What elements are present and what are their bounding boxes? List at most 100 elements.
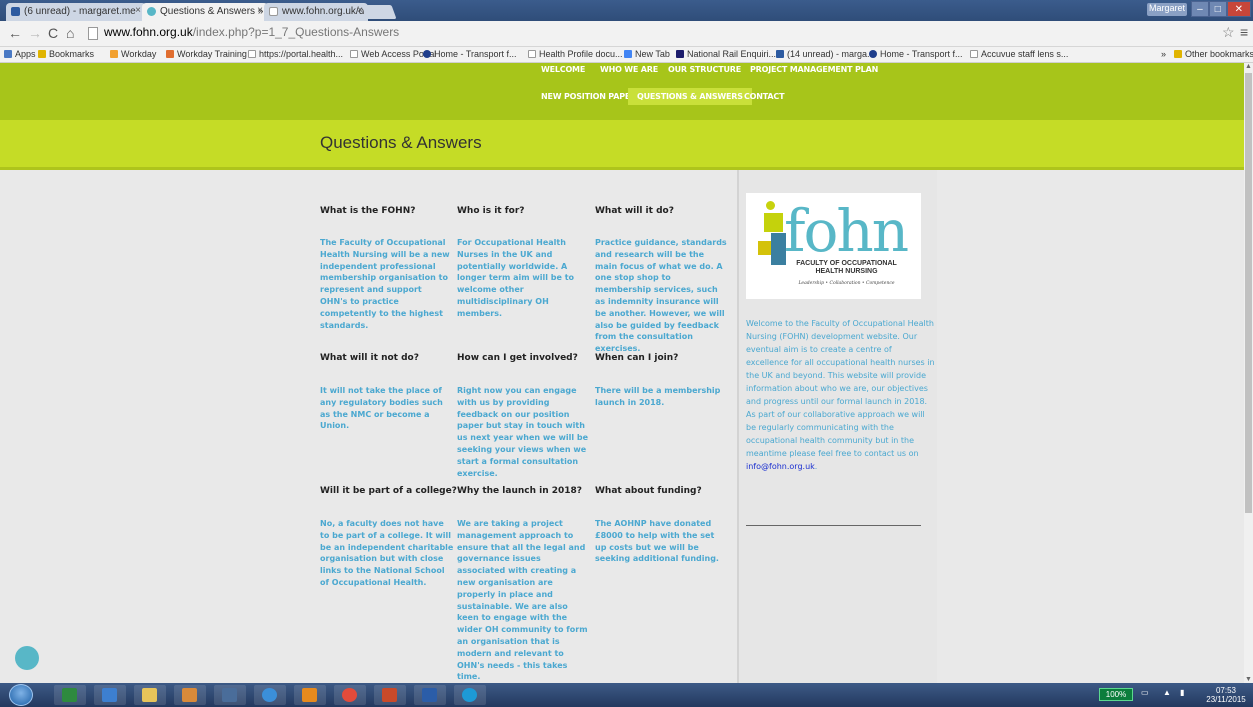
internet-explorer-icon	[262, 688, 277, 702]
bookmark-portal[interactable]: https://portal.health...	[248, 49, 343, 59]
bookmark-workday[interactable]: Workday	[110, 49, 156, 59]
reload-icon[interactable]: C	[48, 25, 58, 41]
close-tab-icon[interactable]: ×	[257, 5, 263, 16]
bookmark-workday-training[interactable]: Workday Training	[166, 49, 247, 59]
tray-network-icon[interactable]: ▮	[1180, 688, 1184, 697]
bookmark-national-rail[interactable]: National Rail Enquiri...	[676, 49, 776, 59]
home-icon[interactable]: ⌂	[66, 25, 74, 41]
taskbar-app-skype[interactable]	[454, 685, 486, 705]
nav-project-management-plan[interactable]: PROJECT MANAGEMENT PLAN	[750, 65, 878, 74]
back-icon[interactable]: ←	[8, 25, 22, 41]
decorative-paint-icon	[15, 646, 39, 670]
bookmark-health-profile[interactable]: Health Profile docu...	[528, 49, 623, 59]
scroll-up-icon[interactable]: ▲	[1244, 63, 1253, 70]
profile-button[interactable]: Margaret	[1147, 3, 1187, 16]
qa-answer: There will be a membership launch in 201…	[595, 386, 721, 407]
taskbar-app-word[interactable]	[414, 685, 446, 705]
bookmark-bookmarks[interactable]: Bookmarks	[38, 49, 94, 59]
bt-icon	[676, 50, 684, 58]
tab-questions-answers[interactable]: Questions & Answers » Th ×	[142, 3, 268, 21]
tray-battery-icon[interactable]: ▭	[1141, 688, 1149, 697]
taskbar: 100% ▭ ▲ ▮ 07:53 23/11/2015	[0, 683, 1253, 707]
apps-icon	[4, 50, 12, 58]
chart-icon	[166, 50, 174, 58]
qa-question: How can I get involved?	[457, 353, 578, 363]
media-icon	[182, 688, 197, 702]
nav-our-structure[interactable]: OUR STRUCTURE	[668, 65, 741, 74]
taskbar-app-outlook[interactable]	[294, 685, 326, 705]
taskbar-app-ie[interactable]	[254, 685, 286, 705]
skype-icon	[462, 688, 477, 702]
folder-icon	[1174, 50, 1182, 58]
close-window-icon[interactable]: ✕	[1226, 1, 1251, 17]
logo-mark	[766, 201, 775, 210]
site-navigation: WELCOME WHO WE ARE OUR STRUCTURE PROJECT…	[0, 63, 1244, 120]
mail-icon	[776, 50, 784, 58]
nav-welcome[interactable]: WELCOME	[541, 65, 585, 74]
page-scrollbar[interactable]: ▲ ▼	[1244, 63, 1253, 683]
qa-answer: Practice guidance, standards and researc…	[595, 238, 727, 354]
tab-gmail[interactable]: (6 unread) - margaret.me ×	[6, 3, 146, 21]
nav-contact[interactable]: CONTACT	[744, 92, 785, 101]
qa-question: Why the launch in 2018?	[457, 486, 583, 496]
page-viewport: WELCOME WHO WE ARE OUR STRUCTURE PROJECT…	[0, 63, 1244, 683]
mail-icon	[11, 7, 20, 16]
bookmark-transport-2[interactable]: Home - Transport f...	[869, 49, 963, 59]
tab-fohn-file[interactable]: www.fohn.org.uk/data/file ×	[264, 3, 368, 21]
google-icon	[624, 50, 632, 58]
word-icon	[422, 688, 437, 702]
workday-icon	[110, 50, 118, 58]
powerpoint-icon	[382, 688, 397, 702]
scrollbar-thumb[interactable]	[1245, 73, 1252, 513]
bookmark-accuvue[interactable]: Accuvue staff lens s...	[970, 49, 1068, 59]
nav-who-we-are[interactable]: WHO WE ARE	[600, 65, 658, 74]
welcome-text: Welcome to the Faculty of Occupational H…	[746, 319, 935, 471]
taskbar-app-excel[interactable]	[54, 685, 86, 705]
qa-question: What is the FOHN?	[320, 206, 416, 216]
taskbar-app-powerpoint[interactable]	[374, 685, 406, 705]
taskbar-app-remote[interactable]	[94, 685, 126, 705]
chrome-icon	[342, 688, 357, 702]
browser-tab-strip: (6 unread) - margaret.me × Questions & A…	[0, 0, 1253, 21]
page-title: Questions & Answers	[320, 133, 482, 152]
tray-expand-icon[interactable]: ▲	[1163, 688, 1171, 697]
close-tab-icon[interactable]: ×	[135, 5, 141, 16]
taskbar-app-network[interactable]	[214, 685, 246, 705]
zoom-indicator[interactable]: 100%	[1099, 688, 1133, 701]
nav-questions-answers[interactable]: QUESTIONS & ANSWERS	[628, 88, 752, 105]
bookmark-apps[interactable]: Apps	[4, 49, 36, 59]
address-bar[interactable]: www.fohn.org.uk/index.php?p=1_7_Question…	[86, 25, 1216, 43]
qa-answer: Right now you can engage with us by prov…	[457, 386, 589, 478]
new-tab-button[interactable]	[361, 5, 397, 19]
qa-answer: For Occupational Health Nurses in the UK…	[457, 238, 575, 318]
page-icon	[350, 50, 358, 58]
qa-question: Who is it for?	[457, 206, 525, 216]
page-icon	[88, 27, 98, 40]
remote-desktop-icon	[102, 688, 117, 702]
title-band	[0, 120, 1244, 170]
network-icon	[222, 688, 237, 702]
contact-email-link[interactable]: info@fohn.org.uk	[746, 462, 815, 471]
fohn-logo: fohn FACULTY OF OCCUPATIONAL HEALTH NURS…	[746, 193, 921, 299]
maximize-icon[interactable]: □	[1208, 1, 1227, 17]
menu-icon[interactable]: ≡	[1240, 24, 1248, 40]
nav-new-position-paper[interactable]: NEW POSITION PAPER	[541, 92, 636, 101]
bookmark-mail[interactable]: (14 unread) - marga...	[776, 49, 875, 59]
taskbar-app-chrome[interactable]	[334, 685, 366, 705]
logo-mark	[764, 213, 783, 232]
folder-icon	[142, 688, 157, 702]
minimize-icon[interactable]: –	[1191, 1, 1209, 17]
bookmark-transport-1[interactable]: Home - Transport f...	[423, 49, 517, 59]
bookmark-star-icon[interactable]: ☆	[1222, 24, 1235, 41]
taskbar-app-media[interactable]	[174, 685, 206, 705]
bookmark-new-tab[interactable]: New Tab	[624, 49, 670, 59]
forward-icon[interactable]: →	[28, 25, 42, 41]
more-bookmarks-chevron-icon[interactable]: »	[1161, 49, 1166, 59]
logo-mark	[758, 241, 772, 255]
start-button[interactable]	[9, 684, 33, 706]
system-clock[interactable]: 07:53 23/11/2015	[1200, 686, 1252, 704]
outlook-icon	[302, 688, 317, 702]
bookmark-other[interactable]: Other bookmarks	[1174, 49, 1253, 59]
scroll-down-icon[interactable]: ▼	[1244, 676, 1253, 683]
taskbar-app-explorer[interactable]	[134, 685, 166, 705]
